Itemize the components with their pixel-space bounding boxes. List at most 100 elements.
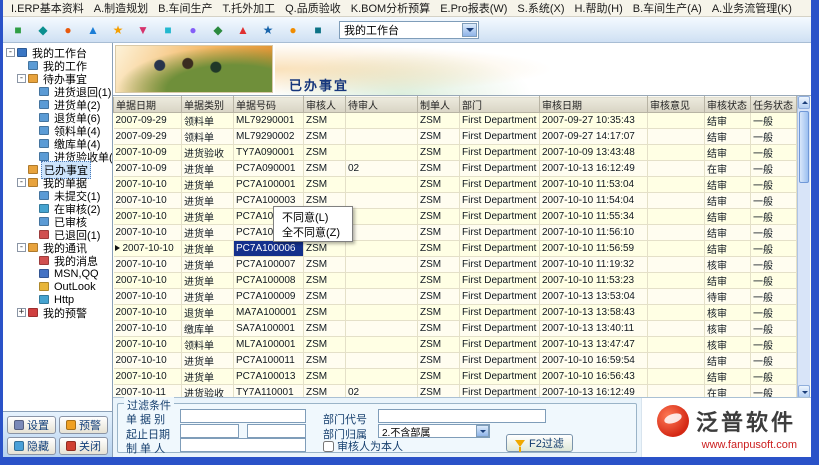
cell[interactable]: 在审 [705, 161, 751, 177]
cell[interactable]: 一般 [751, 369, 797, 385]
menu-bar-item[interactable]: I.ERP基本资料 [6, 0, 89, 17]
cell[interactable]: First Department [460, 353, 540, 369]
cell[interactable] [648, 257, 705, 273]
cell[interactable]: ZSM [304, 337, 346, 353]
cell[interactable]: First Department [460, 145, 540, 161]
column-header[interactable]: 审核状态 [705, 97, 751, 113]
cell[interactable]: First Department [460, 193, 540, 209]
cell[interactable]: ZSM [418, 129, 460, 145]
cell[interactable]: ZSM [418, 289, 460, 305]
cell[interactable] [346, 113, 418, 129]
cell[interactable]: 2007-10-10 16:56:43 [540, 369, 648, 385]
search-icon[interactable]: ▲ [82, 19, 104, 41]
cell[interactable] [346, 321, 418, 337]
table-row[interactable]: 2007-10-10进货单PC7A100009ZSMZSMFirst Depar… [114, 289, 797, 305]
cell[interactable]: 2007-10-09 [114, 161, 182, 177]
cell[interactable]: 进货单 [182, 273, 234, 289]
cell[interactable]: 核审 [705, 337, 751, 353]
cell[interactable]: 进货单 [182, 161, 234, 177]
maker-input[interactable] [180, 438, 306, 452]
cell[interactable]: ZSM [418, 337, 460, 353]
cell[interactable]: 2007-10-10 [114, 321, 182, 337]
cell[interactable]: 结审 [705, 129, 751, 145]
cell[interactable]: PC7A100001 [234, 177, 304, 193]
alert-icon[interactable]: ● [282, 19, 304, 41]
cell[interactable]: 领料单 [182, 129, 234, 145]
workspace-combobox[interactable]: 我的工作台 [339, 21, 479, 39]
table-row[interactable]: 2007-10-10进货单PC7A100004ZSMZSMFirst Depar… [114, 209, 797, 225]
globe-icon[interactable]: ● [182, 19, 204, 41]
cell[interactable]: PC7A100013 [234, 369, 304, 385]
cell[interactable]: 结审 [705, 353, 751, 369]
cell[interactable]: 2007-10-10 [114, 353, 182, 369]
cell[interactable]: 一般 [751, 209, 797, 225]
lock-icon[interactable]: ▲ [232, 19, 254, 41]
cell[interactable]: 2007-10-10 11:54:04 [540, 193, 648, 209]
cell[interactable]: 进货单 [182, 225, 234, 241]
chart-icon[interactable]: ■ [157, 19, 179, 41]
cell[interactable]: 2007-10-09 [114, 145, 182, 161]
cell[interactable]: ZSM [418, 305, 460, 321]
cell[interactable]: MA7A100001 [234, 305, 304, 321]
cell[interactable]: First Department [460, 321, 540, 337]
menu-bar-item[interactable]: Q.品质验收 [280, 0, 346, 17]
cell[interactable] [346, 305, 418, 321]
cell[interactable]: 结审 [705, 113, 751, 129]
cell[interactable] [648, 113, 705, 129]
cell[interactable]: First Department [460, 113, 540, 129]
cell[interactable]: 进货单 [182, 353, 234, 369]
column-header[interactable]: 任务状态 [751, 97, 797, 113]
cell[interactable]: 2007-10-09 13:43:48 [540, 145, 648, 161]
scrollbar-thumb[interactable] [799, 111, 809, 183]
clock-icon[interactable]: ◆ [207, 19, 229, 41]
cell[interactable]: 进货单 [182, 257, 234, 273]
cell[interactable] [346, 337, 418, 353]
cell[interactable]: ZSM [304, 257, 346, 273]
cell[interactable]: 2007-10-10 [114, 257, 182, 273]
cell[interactable]: ZSM [304, 129, 346, 145]
cell[interactable]: 进货单 [182, 369, 234, 385]
cell[interactable]: 一般 [751, 273, 797, 289]
cell[interactable] [346, 209, 418, 225]
cell[interactable]: First Department [460, 129, 540, 145]
column-header[interactable]: 制单人 [418, 97, 460, 113]
cell[interactable]: PC7A100009 [234, 289, 304, 305]
cell[interactable]: ZSM [304, 369, 346, 385]
cell[interactable]: 进货单 [182, 289, 234, 305]
menu-bar-item[interactable]: T.托外加工 [218, 0, 281, 17]
home-icon[interactable]: ■ [7, 19, 29, 41]
dept-scope-select[interactable]: 2.不含部属 [378, 424, 490, 438]
cell[interactable]: ZSM [304, 113, 346, 129]
cell[interactable]: 2007-10-10 11:56:10 [540, 225, 648, 241]
menu-bar-item[interactable]: A.制造规划 [89, 0, 153, 17]
cell[interactable] [346, 225, 418, 241]
cell[interactable]: First Department [460, 177, 540, 193]
tree-expander-icon[interactable]: - [17, 74, 26, 83]
table-row[interactable]: 2007-10-10退货单MA7A100001ZSMZSMFirst Depar… [114, 305, 797, 321]
dept-code-input[interactable] [378, 409, 546, 423]
tree-item[interactable]: + 我的预警 [3, 306, 112, 319]
context-menu-item[interactable]: 全不同意(Z) [275, 224, 351, 239]
cell[interactable] [346, 193, 418, 209]
cell[interactable]: 2007-10-10 11:53:04 [540, 177, 648, 193]
cell[interactable]: 一般 [751, 257, 797, 273]
cell[interactable] [346, 273, 418, 289]
tree-expander-icon[interactable]: - [17, 243, 26, 252]
cell[interactable]: 进货单 [182, 177, 234, 193]
filter-run-button[interactable]: F2过滤 [506, 434, 573, 452]
cell[interactable]: 缴库单 [182, 321, 234, 337]
column-header[interactable]: 审核日期 [540, 97, 648, 113]
cell[interactable] [648, 177, 705, 193]
cell[interactable]: 一般 [751, 305, 797, 321]
cell[interactable] [346, 241, 418, 257]
cell[interactable]: 结审 [705, 273, 751, 289]
cell[interactable]: 核审 [705, 257, 751, 273]
table-row[interactable]: 2007-10-10进货单PC7A100001ZSMZSMFirst Depar… [114, 177, 797, 193]
cell[interactable]: 进货单 [182, 209, 234, 225]
cell[interactable]: ZSM [418, 369, 460, 385]
cell[interactable]: ML79290001 [234, 113, 304, 129]
column-header[interactable]: 单据号码 [234, 97, 304, 113]
cell[interactable]: 2007-10-10 [114, 369, 182, 385]
cell[interactable]: 进货验收 [182, 145, 234, 161]
cell[interactable]: ZSM [304, 241, 346, 257]
